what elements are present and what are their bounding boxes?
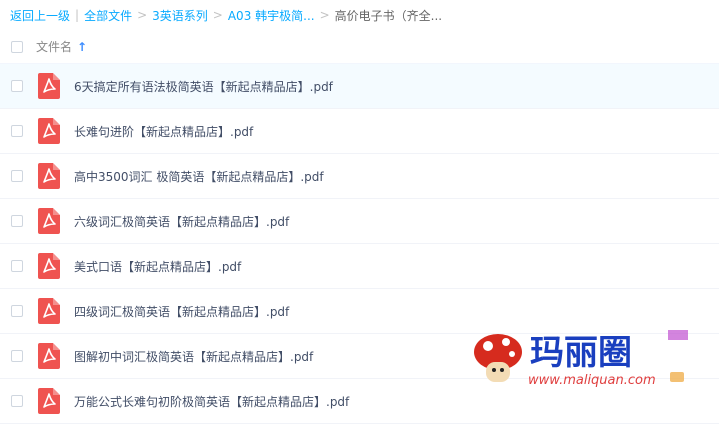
file-name[interactable]: 万能公式长难句初阶极简英语【新起点精品店】.pdf	[74, 393, 349, 410]
all-files-link[interactable]: 全部文件	[84, 7, 132, 24]
file-checkbox[interactable]	[11, 395, 23, 407]
file-name[interactable]: 高中3500词汇 极简英语【新起点精品店】.pdf	[74, 168, 324, 185]
arrow-up-icon[interactable]: ↑	[77, 40, 87, 54]
file-list-header: 文件名 ↑	[0, 30, 719, 64]
file-checkbox[interactable]	[11, 260, 23, 272]
breadcrumb-separator: >	[137, 8, 148, 22]
file-name[interactable]: 四级词汇极简英语【新起点精品店】.pdf	[74, 303, 289, 320]
file-checkbox[interactable]	[11, 305, 23, 317]
file-name[interactable]: 六级词汇极简英语【新起点精品店】.pdf	[74, 213, 289, 230]
mushroom-icon	[474, 334, 522, 382]
breadcrumb-separator: |	[75, 8, 80, 22]
breadcrumb: 返回上一级 | 全部文件 > 3英语系列 > A03 韩宇极简... > 高价电…	[0, 0, 719, 30]
file-name[interactable]: 美式口语【新起点精品店】.pdf	[74, 258, 241, 275]
pdf-file-icon	[38, 298, 60, 324]
breadcrumb-separator: >	[319, 8, 330, 22]
watermark-logo: 玛丽圈 www.maliquan.com	[474, 330, 688, 388]
file-name[interactable]: 6天搞定所有语法极简英语【新起点精品店】.pdf	[74, 78, 333, 95]
pdf-file-icon	[38, 343, 60, 369]
file-row[interactable]: 6天搞定所有语法极简英语【新起点精品店】.pdf	[0, 64, 719, 109]
file-checkbox[interactable]	[11, 215, 23, 227]
watermark-url: www.maliquan.com	[528, 373, 656, 388]
file-checkbox[interactable]	[11, 125, 23, 137]
breadcrumb-item-english-series[interactable]: 3英语系列	[152, 7, 208, 24]
pdf-file-icon	[38, 118, 60, 144]
file-checkbox[interactable]	[11, 350, 23, 362]
breadcrumb-item-a03[interactable]: A03 韩宇极简...	[228, 7, 315, 24]
column-header-filename[interactable]: 文件名	[36, 38, 72, 55]
file-row[interactable]: 高中3500词汇 极简英语【新起点精品店】.pdf	[0, 154, 719, 199]
file-row[interactable]: 长难句进阶【新起点精品店】.pdf	[0, 109, 719, 154]
watermark-brand: 玛丽圈	[530, 333, 632, 373]
pdf-file-icon	[38, 388, 60, 414]
back-link[interactable]: 返回上一级	[10, 7, 70, 24]
breadcrumb-current: 高价电子书（齐全...	[334, 8, 443, 23]
pdf-file-icon	[38, 163, 60, 189]
breadcrumb-separator: >	[212, 8, 223, 22]
file-name[interactable]: 长难句进阶【新起点精品店】.pdf	[74, 123, 253, 140]
file-checkbox[interactable]	[11, 80, 23, 92]
pdf-file-icon	[38, 253, 60, 279]
pdf-file-icon	[38, 208, 60, 234]
file-row[interactable]: 六级词汇极简英语【新起点精品店】.pdf	[0, 199, 719, 244]
file-row[interactable]: 美式口语【新起点精品店】.pdf	[0, 244, 719, 289]
file-checkbox[interactable]	[11, 170, 23, 182]
file-name[interactable]: 图解初中词汇极简英语【新起点精品店】.pdf	[74, 348, 313, 365]
select-all-checkbox[interactable]	[11, 40, 23, 53]
pdf-file-icon	[38, 73, 60, 99]
